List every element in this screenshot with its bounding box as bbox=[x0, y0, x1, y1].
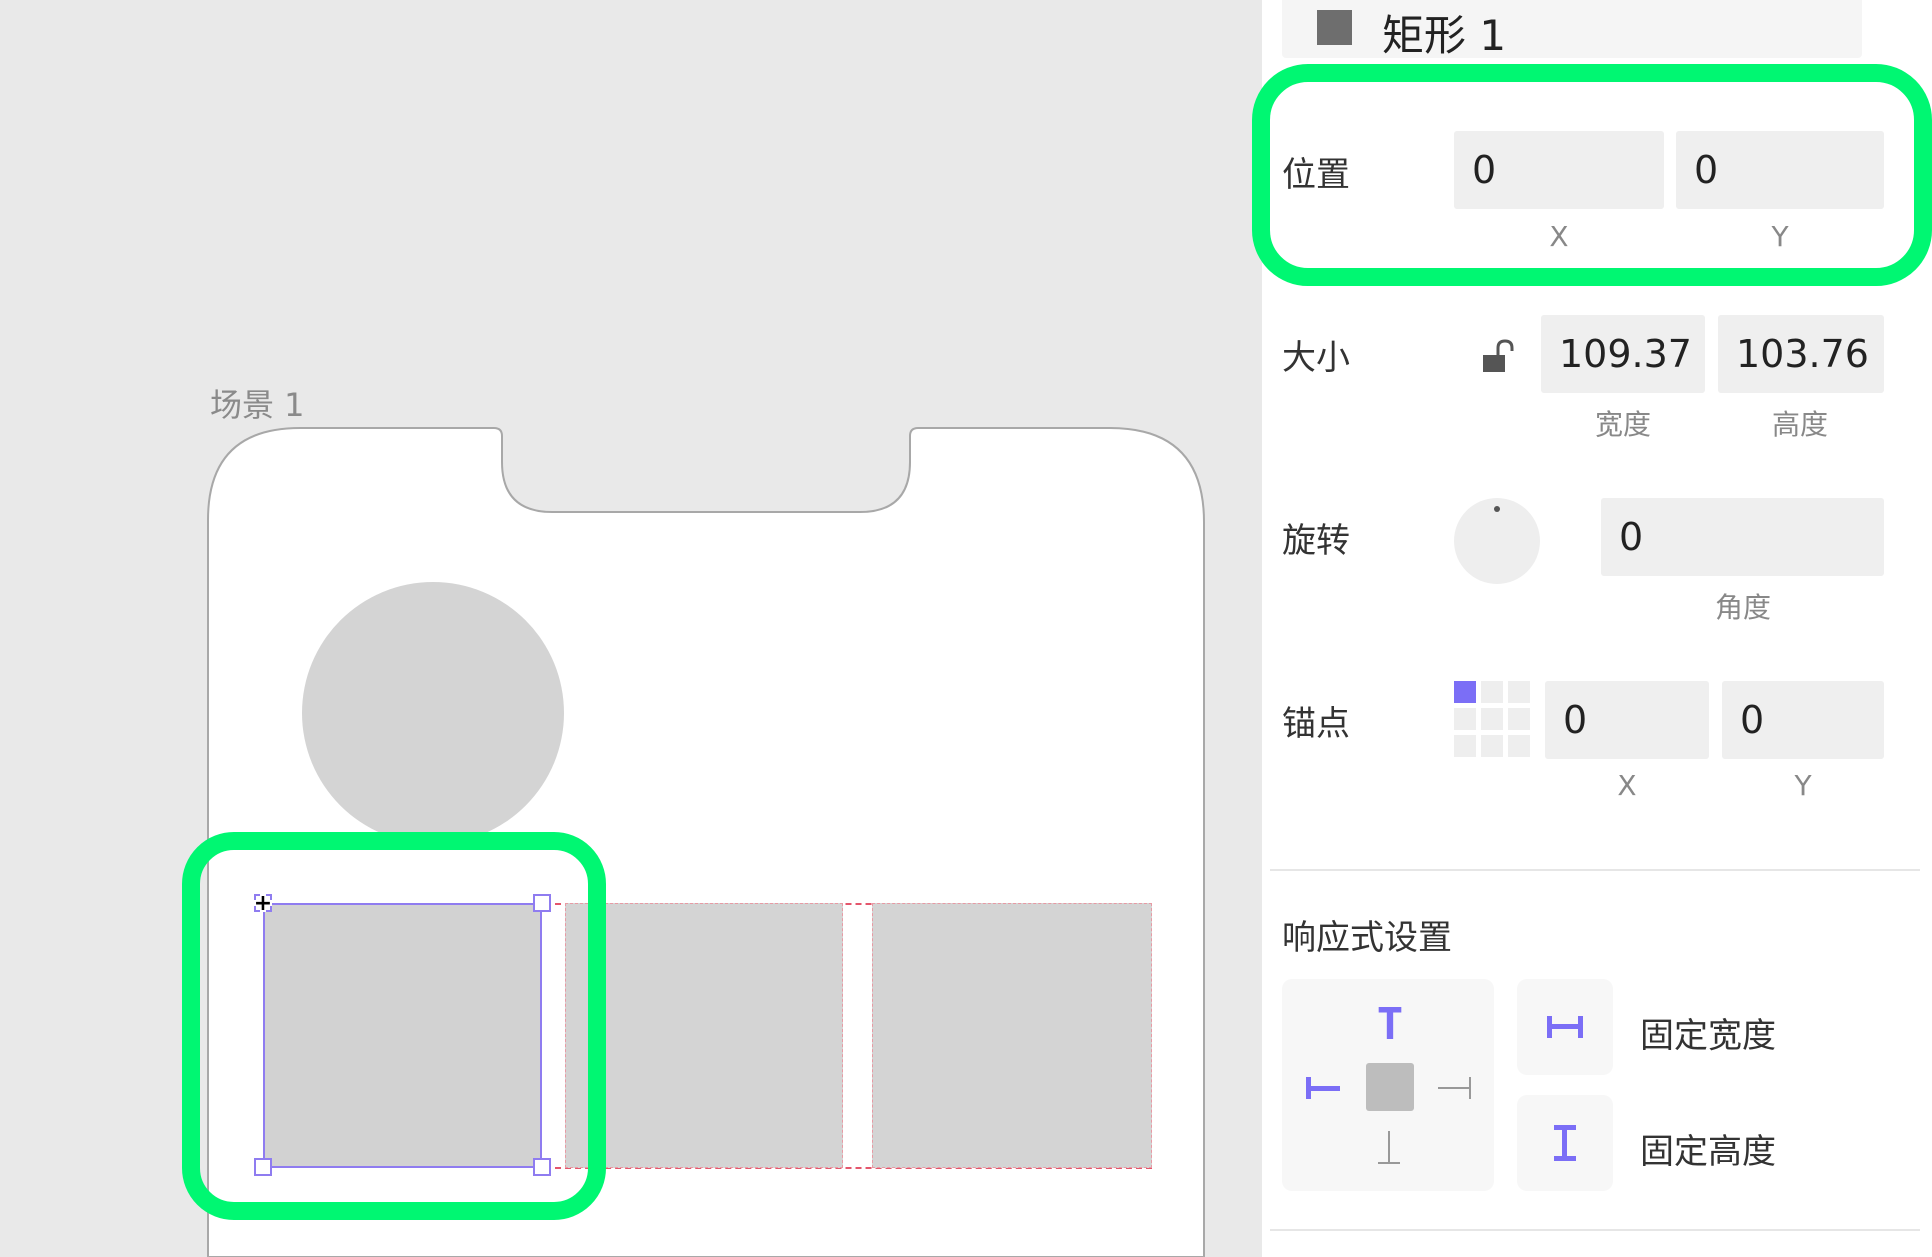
anchor-x-input[interactable]: 0 bbox=[1545, 681, 1709, 759]
responsive-element-icon bbox=[1366, 1063, 1414, 1111]
responsive-pin-box: T bbox=[1282, 979, 1494, 1191]
rectangle-2[interactable] bbox=[565, 903, 843, 1168]
anchor-cell-top-right[interactable] bbox=[1508, 681, 1530, 703]
section-divider-bottom bbox=[1270, 1229, 1920, 1231]
fixed-width-label: 固定宽度 bbox=[1640, 1016, 1776, 1056]
anchor-cell-bottom-left[interactable] bbox=[1454, 735, 1476, 757]
anchor-cell-middle-right[interactable] bbox=[1508, 708, 1530, 730]
highlight-ring-canvas bbox=[182, 832, 606, 1220]
anchor-y-input[interactable]: 0 bbox=[1722, 681, 1884, 759]
anchor-cell-bottom-right[interactable] bbox=[1508, 735, 1530, 757]
section-divider bbox=[1270, 869, 1920, 871]
pin-right-icon[interactable] bbox=[1436, 1075, 1476, 1101]
anchor-grid[interactable] bbox=[1454, 681, 1530, 757]
layer-name: 矩形 1 bbox=[1382, 11, 1507, 60]
avatar-placeholder[interactable] bbox=[302, 582, 564, 844]
anchor-x-caption: X bbox=[1617, 769, 1637, 802]
fixed-height-icon bbox=[1554, 1125, 1576, 1161]
anchor-cell-bottom-center[interactable] bbox=[1481, 735, 1503, 757]
inspector-panel: 矩形 1 位置 0 0 X Y 大小 109.37 103.76 宽度 高度 旋… bbox=[1252, 0, 1932, 1257]
highlight-ring-position bbox=[1252, 64, 1932, 286]
responsive-label: 响应式设置 bbox=[1282, 918, 1452, 958]
fixed-height-label: 固定高度 bbox=[1640, 1132, 1776, 1172]
layer-color-swatch[interactable] bbox=[1317, 10, 1352, 45]
anchor-cell-top-center[interactable] bbox=[1481, 681, 1503, 703]
layer-title-bar bbox=[1282, 0, 1862, 58]
height-caption: 高度 bbox=[1771, 408, 1828, 441]
rotation-input[interactable]: 0 bbox=[1601, 498, 1884, 576]
width-caption: 宽度 bbox=[1594, 408, 1651, 441]
pin-bottom-icon[interactable] bbox=[1376, 1129, 1402, 1169]
anchor-cell-center[interactable] bbox=[1481, 708, 1503, 730]
rotation-caption: 角度 bbox=[1714, 591, 1771, 624]
unlock-icon[interactable] bbox=[1481, 338, 1517, 374]
anchor-y-caption: Y bbox=[1794, 769, 1812, 802]
rotation-label: 旋转 bbox=[1282, 521, 1350, 561]
pin-left-icon[interactable] bbox=[1304, 1075, 1344, 1101]
pin-top-icon[interactable]: T bbox=[1374, 999, 1406, 1050]
fixed-width-button[interactable] bbox=[1517, 979, 1613, 1075]
width-input[interactable]: 109.37 bbox=[1541, 315, 1705, 393]
height-input[interactable]: 103.76 bbox=[1718, 315, 1884, 393]
rotation-knob-icon[interactable] bbox=[1454, 498, 1540, 584]
rectangle-3[interactable] bbox=[872, 903, 1152, 1168]
design-canvas[interactable]: 场景 1 + bbox=[0, 0, 1262, 1257]
anchor-cell-middle-left[interactable] bbox=[1454, 708, 1476, 730]
anchor-cell-top-left[interactable] bbox=[1454, 681, 1476, 703]
anchor-label: 锚点 bbox=[1282, 704, 1350, 744]
size-label: 大小 bbox=[1282, 338, 1350, 378]
fixed-width-icon bbox=[1547, 1016, 1583, 1038]
fixed-height-button[interactable] bbox=[1517, 1095, 1613, 1191]
